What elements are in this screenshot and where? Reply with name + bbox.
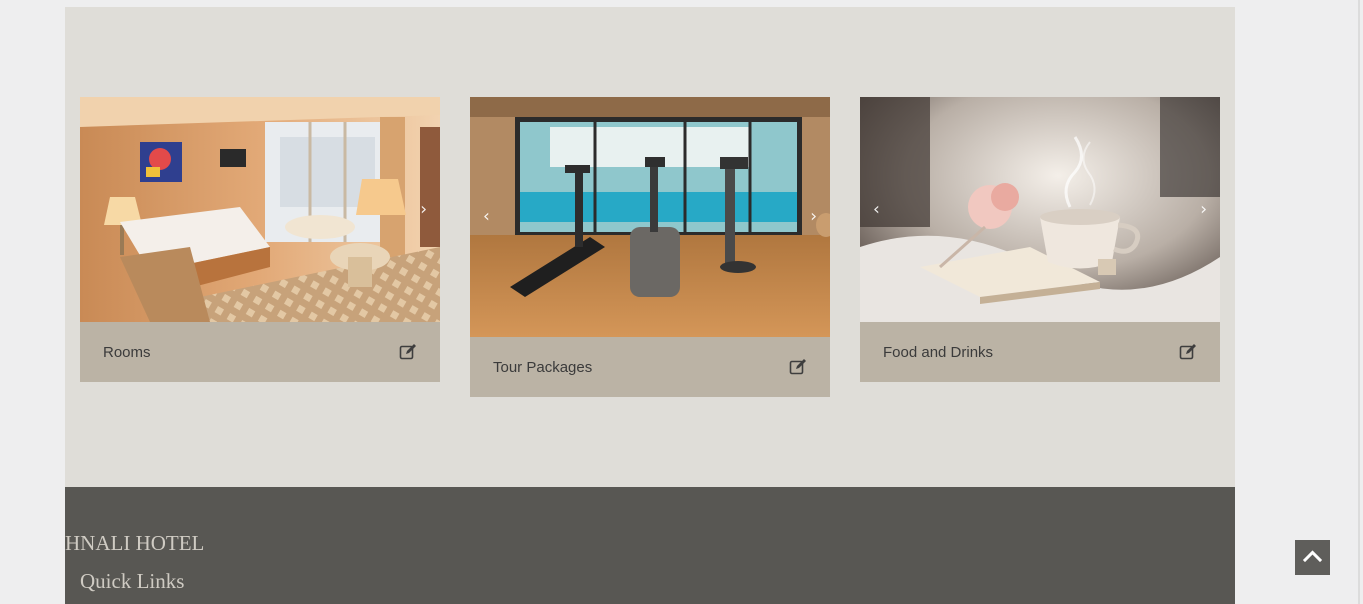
card-carousel[interactable]: ‹ › bbox=[470, 97, 830, 337]
chevron-left-icon[interactable]: ‹ bbox=[873, 201, 880, 218]
edit-icon[interactable] bbox=[399, 343, 417, 361]
chevron-right-icon[interactable]: › bbox=[810, 208, 817, 226]
hotel-room-photo bbox=[80, 97, 440, 322]
footer-hotel-name: HNALI HOTEL bbox=[65, 531, 205, 555]
chevron-right-icon[interactable]: › bbox=[420, 201, 427, 218]
chevron-left-icon[interactable]: ‹ bbox=[483, 208, 490, 226]
quick-links-heading: Quick Links bbox=[80, 569, 185, 593]
chevron-up-icon bbox=[1303, 550, 1322, 563]
tea-book-photo bbox=[860, 97, 1220, 322]
gym-pool-photo bbox=[470, 97, 830, 337]
card-title[interactable]: Food and Drinks bbox=[883, 344, 993, 361]
services-section: › Rooms ‹ › Tour Packages ‹ › Food and D… bbox=[65, 7, 1235, 487]
scrollbar-track[interactable] bbox=[1358, 0, 1360, 604]
card-title[interactable]: Rooms bbox=[103, 344, 151, 361]
card-carousel[interactable]: ‹ › bbox=[860, 97, 1220, 322]
back-to-top-button[interactable] bbox=[1295, 540, 1330, 575]
card-footer: Rooms bbox=[80, 322, 440, 382]
card-carousel[interactable]: › bbox=[80, 97, 440, 322]
card-rooms[interactable]: › Rooms bbox=[80, 97, 440, 382]
site-footer: HNALI HOTEL Quick Links bbox=[65, 487, 1235, 604]
page: › Rooms ‹ › Tour Packages ‹ › Food and D… bbox=[0, 0, 1363, 604]
card-title[interactable]: Tour Packages bbox=[493, 359, 592, 376]
chevron-right-icon[interactable]: › bbox=[1200, 201, 1207, 218]
card-tour-packages[interactable]: ‹ › Tour Packages bbox=[470, 97, 830, 397]
edit-icon[interactable] bbox=[1179, 343, 1197, 361]
card-footer: Tour Packages bbox=[470, 337, 830, 397]
card-food-and-drinks[interactable]: ‹ › Food and Drinks bbox=[860, 97, 1220, 382]
edit-icon[interactable] bbox=[789, 358, 807, 376]
card-footer: Food and Drinks bbox=[860, 322, 1220, 382]
